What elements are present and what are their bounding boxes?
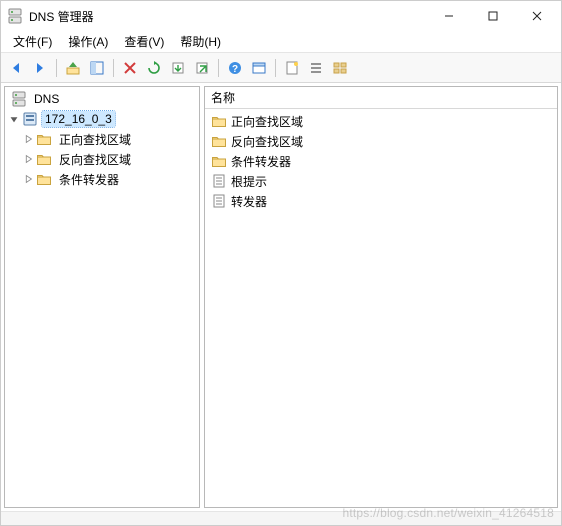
list-item[interactable]: 反向查找区域 bbox=[209, 131, 553, 151]
up-button[interactable] bbox=[62, 57, 84, 79]
chevron-right-icon bbox=[22, 153, 34, 165]
forward-button[interactable] bbox=[29, 57, 51, 79]
body-split: DNS 172_16_0_3 正向查找区域 反向查 bbox=[1, 83, 561, 511]
folder-icon bbox=[211, 113, 227, 129]
tree-reverse-zones[interactable]: 反向查找区域 bbox=[7, 149, 197, 169]
tree-toggle-closed[interactable] bbox=[21, 132, 35, 146]
minimize-button[interactable] bbox=[427, 2, 471, 30]
list-item[interactable]: 条件转发器 bbox=[209, 151, 553, 171]
export-button[interactable] bbox=[167, 57, 189, 79]
menu-view[interactable]: 查看(V) bbox=[116, 31, 172, 52]
chevron-right-icon bbox=[22, 133, 34, 145]
list-item[interactable]: 根提示 bbox=[209, 171, 553, 191]
maximize-button[interactable] bbox=[471, 2, 515, 30]
list-item-label: 转发器 bbox=[231, 193, 267, 210]
tiles-icon bbox=[332, 60, 348, 76]
statusbar bbox=[1, 511, 561, 525]
delete-button[interactable] bbox=[119, 57, 141, 79]
list-body: 正向查找区域 反向查找区域 条件转发器 根提示 转发器 bbox=[205, 109, 557, 213]
menu-action[interactable]: 操作(A) bbox=[60, 31, 116, 52]
list-header-name: 名称 bbox=[211, 89, 235, 106]
list-column-header[interactable]: 名称 bbox=[205, 87, 557, 109]
new-button[interactable] bbox=[281, 57, 303, 79]
folder-icon bbox=[36, 151, 52, 167]
list-pane: 名称 正向查找区域 反向查找区域 条件转发器 根提示 bbox=[204, 86, 558, 508]
properties-icon bbox=[251, 60, 267, 76]
tree-server-label: 172_16_0_3 bbox=[42, 111, 115, 127]
chevron-right-icon bbox=[22, 173, 34, 185]
document-icon bbox=[211, 193, 227, 209]
delete-icon bbox=[122, 60, 138, 76]
help-icon bbox=[227, 60, 243, 76]
list-item[interactable]: 正向查找区域 bbox=[209, 111, 553, 131]
server-icon bbox=[22, 111, 38, 127]
toolbar-separator bbox=[113, 59, 114, 77]
list-item-label: 反向查找区域 bbox=[231, 133, 303, 150]
refresh-icon bbox=[146, 60, 162, 76]
toolbar-separator bbox=[218, 59, 219, 77]
export-icon bbox=[170, 60, 186, 76]
help-button[interactable] bbox=[224, 57, 246, 79]
list-view1-button[interactable] bbox=[305, 57, 327, 79]
toggle-tree-button[interactable] bbox=[86, 57, 108, 79]
document-icon bbox=[211, 173, 227, 189]
titlebar: DNS 管理器 bbox=[1, 1, 561, 31]
up-icon bbox=[65, 60, 81, 76]
folder-icon bbox=[36, 171, 52, 187]
list-item[interactable]: 转发器 bbox=[209, 191, 553, 211]
refresh-button[interactable] bbox=[143, 57, 165, 79]
arrow-right-icon bbox=[32, 60, 48, 76]
tree: DNS 172_16_0_3 正向查找区域 反向查 bbox=[5, 87, 199, 191]
dns-manager-window: DNS 管理器 文件(F) 操作(A) 查看(V) 帮助(H) bbox=[0, 0, 562, 526]
tree-item-label: 条件转发器 bbox=[56, 170, 122, 189]
minimize-icon bbox=[444, 11, 454, 21]
toolbar-separator bbox=[56, 59, 57, 77]
app-icon bbox=[7, 8, 23, 24]
tree-root[interactable]: DNS bbox=[7, 89, 197, 109]
close-button[interactable] bbox=[515, 2, 559, 30]
toolbar bbox=[1, 53, 561, 83]
list-view2-button[interactable] bbox=[329, 57, 351, 79]
list-item-label: 根提示 bbox=[231, 173, 267, 190]
new-icon bbox=[284, 60, 300, 76]
maximize-icon bbox=[488, 11, 498, 21]
tree-conditional-forwarders[interactable]: 条件转发器 bbox=[7, 169, 197, 189]
back-button[interactable] bbox=[5, 57, 27, 79]
arrow-left-icon bbox=[8, 60, 24, 76]
tree-root-label: DNS bbox=[31, 91, 62, 107]
launch-button[interactable] bbox=[191, 57, 213, 79]
folder-icon bbox=[211, 133, 227, 149]
folder-icon bbox=[211, 153, 227, 169]
chevron-down-icon bbox=[8, 113, 20, 125]
tree-server[interactable]: 172_16_0_3 bbox=[7, 109, 197, 129]
folder-icon bbox=[36, 131, 52, 147]
launch-icon bbox=[194, 60, 210, 76]
tree-forward-zones[interactable]: 正向查找区域 bbox=[7, 129, 197, 149]
menu-help[interactable]: 帮助(H) bbox=[172, 31, 229, 52]
menu-file[interactable]: 文件(F) bbox=[5, 31, 60, 52]
menubar: 文件(F) 操作(A) 查看(V) 帮助(H) bbox=[1, 31, 561, 53]
tree-toggle-open[interactable] bbox=[7, 112, 21, 126]
tree-item-label: 正向查找区域 bbox=[56, 130, 134, 149]
tree-pane-icon bbox=[89, 60, 105, 76]
list-item-label: 正向查找区域 bbox=[231, 113, 303, 130]
tree-item-label: 反向查找区域 bbox=[56, 150, 134, 169]
dns-icon bbox=[11, 91, 27, 107]
window-title: DNS 管理器 bbox=[29, 8, 427, 25]
tree-toggle-closed[interactable] bbox=[21, 172, 35, 186]
list-item-label: 条件转发器 bbox=[231, 153, 291, 170]
list-icon bbox=[308, 60, 324, 76]
tree-pane: DNS 172_16_0_3 正向查找区域 反向查 bbox=[4, 86, 200, 508]
tree-toggle-closed[interactable] bbox=[21, 152, 35, 166]
close-icon bbox=[532, 11, 542, 21]
properties-button[interactable] bbox=[248, 57, 270, 79]
toolbar-separator bbox=[275, 59, 276, 77]
